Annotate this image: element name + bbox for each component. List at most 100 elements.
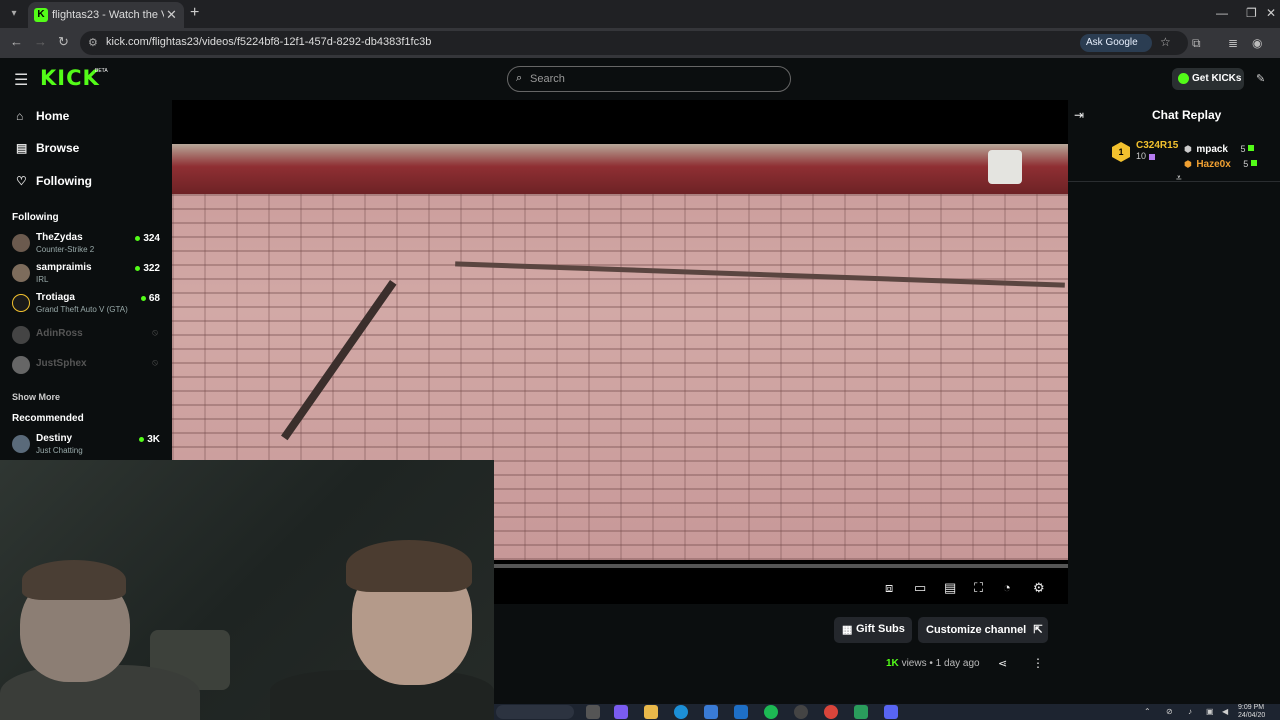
volume-icon[interactable]: ◀ — [1222, 707, 1228, 716]
search-placeholder: Search — [530, 73, 565, 85]
edge-icon[interactable] — [674, 705, 688, 719]
clock-time: 9:09 PM — [1238, 704, 1265, 711]
clock-date: 24/04/20 — [1238, 712, 1266, 719]
chat-username: Haze0x — [1196, 159, 1231, 170]
beta-badge: BETA — [95, 68, 108, 74]
channel-item-offline[interactable]: AdinRoss ⦸ — [12, 324, 164, 352]
task-view-icon[interactable] — [586, 705, 600, 719]
home-icon: ⌂ — [16, 109, 24, 123]
gift-subs-button[interactable]: ▦ Gift Subs — [834, 617, 912, 643]
sidebar-item-label: Home — [36, 109, 70, 123]
channel-category: Grand Theft Auto V (GTA) — [36, 305, 128, 314]
window-close-icon[interactable]: ✕ — [1266, 6, 1276, 20]
sidebar-item-browse[interactable]: ▤ Browse — [16, 141, 79, 155]
discord-icon[interactable] — [884, 705, 898, 719]
network-icon[interactable]: ▣ — [1206, 707, 1214, 716]
avatar — [12, 234, 30, 252]
avatar — [12, 294, 30, 312]
theater-icon[interactable]: ▭ — [914, 580, 926, 596]
gift-count: 10 — [1136, 151, 1178, 161]
browse-icon: ▤ — [16, 141, 28, 155]
kick-header: ☰ KICK BETA ⌕ Search Get KICKs ✎ — [0, 58, 1280, 100]
sidebar-item-following[interactable]: ♡ Following — [16, 174, 92, 188]
customize-channel-button[interactable]: Customize channel ⇱ — [918, 617, 1048, 643]
leaderboard-entry[interactable]: ⬢ Haze0x 5 — [1184, 154, 1258, 172]
mail-icon[interactable] — [734, 705, 748, 719]
address-bar[interactable]: ⚙ kick.com/flightas23/videos/f5224bf8-12… — [80, 31, 1188, 55]
tab-close-icon[interactable]: ✕ — [166, 7, 177, 23]
user-menu-icon[interactable]: ✎ — [1256, 72, 1265, 85]
channel-name: TheZydas — [36, 232, 83, 243]
viewer-count: 322 — [135, 263, 160, 274]
tray-chevron-icon[interactable]: ⌃ — [1144, 707, 1151, 716]
media-icon[interactable]: ≣ — [1228, 36, 1238, 50]
get-kicks-label: Get KICKs — [1192, 73, 1242, 84]
viewer-count: 3K — [139, 434, 160, 445]
chat-divider — [1068, 181, 1280, 182]
taskbar-search[interactable] — [496, 705, 574, 719]
external-link-icon: ⇱ — [1033, 624, 1043, 636]
vod-meta: 1K views • 1 day ago — [886, 658, 980, 669]
collapse-chat-icon[interactable]: ⇥ — [1074, 108, 1084, 122]
speed-icon[interactable]: ◔ — [1003, 580, 1011, 595]
minimize-icon[interactable]: — — [1216, 6, 1228, 20]
search-icon: ⌕ — [516, 72, 523, 84]
following-section-title: Following — [12, 212, 59, 223]
url-text: kick.com/flightas23/videos/f5224bf8-12f1… — [106, 36, 432, 48]
gem-icon — [1251, 159, 1258, 166]
leaderboard-entry[interactable]: C324R15 10 — [1136, 140, 1178, 161]
chat-panel: ⇥ Chat Replay 1 C324R15 10 ⬢ mpack 5 ⬢ H… — [1068, 100, 1280, 704]
channel-item[interactable]: TheZydas Counter-Strike 2 324 — [12, 232, 164, 260]
app-icon[interactable] — [854, 705, 868, 719]
chrome-icon[interactable] — [824, 705, 838, 719]
customize-channel-label: Customize channel — [926, 624, 1027, 636]
webcam-person-left-hair — [22, 560, 126, 600]
tab-search-icon[interactable]: ▾ — [6, 6, 22, 22]
gift-count: 5 — [1240, 144, 1246, 154]
kick-favicon-icon: K — [34, 8, 48, 22]
sidebar-item-home[interactable]: ⌂ Home — [16, 109, 69, 123]
more-options-icon[interactable]: ⋮ — [1032, 656, 1044, 670]
channel-item-offline[interactable]: JustSphex ⦸ — [12, 354, 164, 382]
copilot-icon[interactable] — [614, 705, 628, 719]
bookmark-star-icon[interactable]: ☆ — [1160, 35, 1171, 49]
extensions-icon[interactable]: ⧉ — [1192, 36, 1201, 51]
share-icon[interactable]: ⋖ — [998, 657, 1007, 670]
avatar — [12, 264, 30, 282]
store-icon[interactable] — [704, 705, 718, 719]
restore-icon[interactable]: ❐ — [1246, 6, 1257, 20]
menu-icon[interactable]: ☰ — [14, 70, 28, 90]
channel-item[interactable]: sampraimis IRL 322 — [12, 262, 164, 290]
ask-google-button[interactable]: Ask Google — [1080, 34, 1152, 52]
spotify-icon[interactable] — [764, 705, 778, 719]
taskbar-clock[interactable]: 9:09 PM 24/04/20 — [1238, 704, 1265, 720]
channel-item[interactable]: Trotiaga Grand Theft Auto V (GTA) 68 — [12, 292, 164, 320]
kick-logo[interactable]: KICK — [40, 66, 100, 90]
profile-icon[interactable]: ◉ — [1252, 36, 1262, 50]
app-icon[interactable] — [794, 705, 808, 719]
live-dot-icon — [139, 436, 145, 442]
forward-icon[interactable]: → — [34, 34, 47, 49]
channel-item[interactable]: Destiny Just Chatting 3K — [12, 433, 164, 461]
browser-tab[interactable]: K flightas23 - Watch the VOD on ✕ — [28, 2, 184, 28]
site-info-icon[interactable]: ⚙ — [88, 36, 98, 49]
rank-icon: ⬢ — [1184, 144, 1192, 154]
pip-icon[interactable]: ⧈ — [885, 580, 893, 596]
search-input[interactable]: ⌕ Search — [507, 66, 791, 92]
get-kicks-button[interactable]: Get KICKs — [1172, 68, 1244, 90]
reload-icon[interactable]: ↻ — [58, 34, 69, 50]
gem-icon — [1248, 144, 1255, 151]
microphone-icon[interactable]: ♪ — [1188, 707, 1192, 716]
captions-icon[interactable]: ▤ — [944, 580, 956, 596]
file-explorer-icon[interactable] — [644, 705, 658, 719]
fullscreen-icon[interactable]: ⛶ — [974, 580, 983, 596]
sidebar: ⌂ Home ▤ Browse ♡ Following Following TheZy… — [0, 100, 172, 460]
expand-leaderboard-icon[interactable]: ⩡ — [1176, 173, 1182, 184]
show-more-link[interactable]: Show More — [12, 392, 60, 402]
new-tab-icon[interactable]: + — [190, 4, 199, 22]
views-label: views — [901, 658, 927, 669]
tray-app-icon[interactable]: ⊘ — [1166, 707, 1173, 716]
back-icon[interactable]: ← — [10, 34, 23, 49]
video-wall-lamp — [988, 150, 1022, 184]
settings-icon[interactable]: ⚙ — [1033, 580, 1045, 596]
